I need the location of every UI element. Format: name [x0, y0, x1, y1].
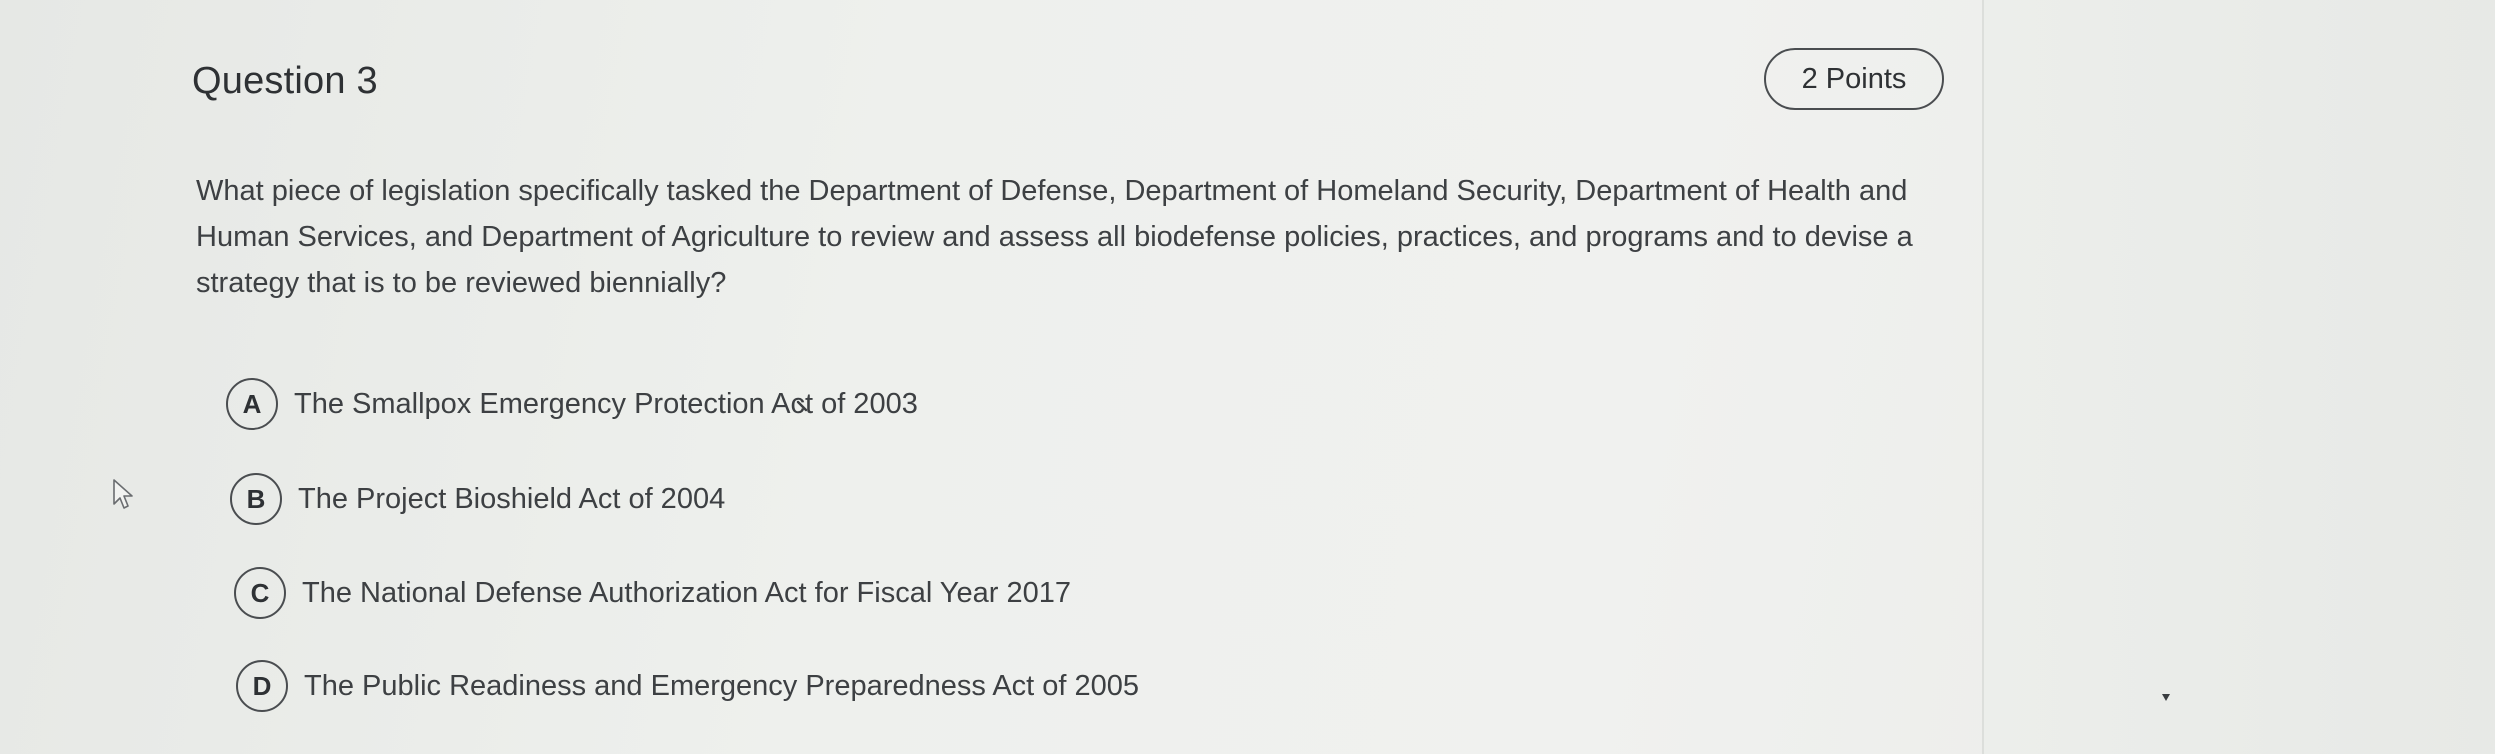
option-d-radio[interactable]: D [236, 660, 288, 712]
option-b-radio[interactable]: B [230, 473, 282, 525]
option-c-radio[interactable]: C [234, 567, 286, 619]
mouse-pointer-icon [113, 479, 133, 509]
option-d-label[interactable]: The Public Readiness and Emergency Prepa… [304, 670, 1139, 703]
points-badge: 2 Points [1764, 48, 1944, 110]
option-a-radio[interactable]: A [226, 378, 278, 430]
question-text: What piece of legislation specifically t… [196, 175, 1913, 299]
option-a-label[interactable]: The Smallpox Emergency Protection Act of… [294, 388, 918, 421]
option-c-label[interactable]: The National Defense Authorization Act f… [302, 577, 1071, 610]
stray-mark [796, 400, 808, 412]
option-c[interactable]: C The National Defense Authorization Act… [234, 565, 1071, 621]
right-background-panel [1984, 0, 2495, 754]
page-divider [1982, 0, 1984, 754]
option-b[interactable]: B The Project Bioshield Act of 2004 [230, 471, 725, 527]
question-title: Question 3 [192, 60, 378, 102]
question-card: Question 3 2 Points What piece of legisl… [190, 40, 1960, 740]
small-down-arrow-icon [2162, 694, 2170, 701]
option-d[interactable]: D The Public Readiness and Emergency Pre… [236, 658, 1139, 714]
option-a[interactable]: A The Smallpox Emergency Protection Act … [226, 376, 918, 432]
option-b-label[interactable]: The Project Bioshield Act of 2004 [298, 483, 725, 516]
